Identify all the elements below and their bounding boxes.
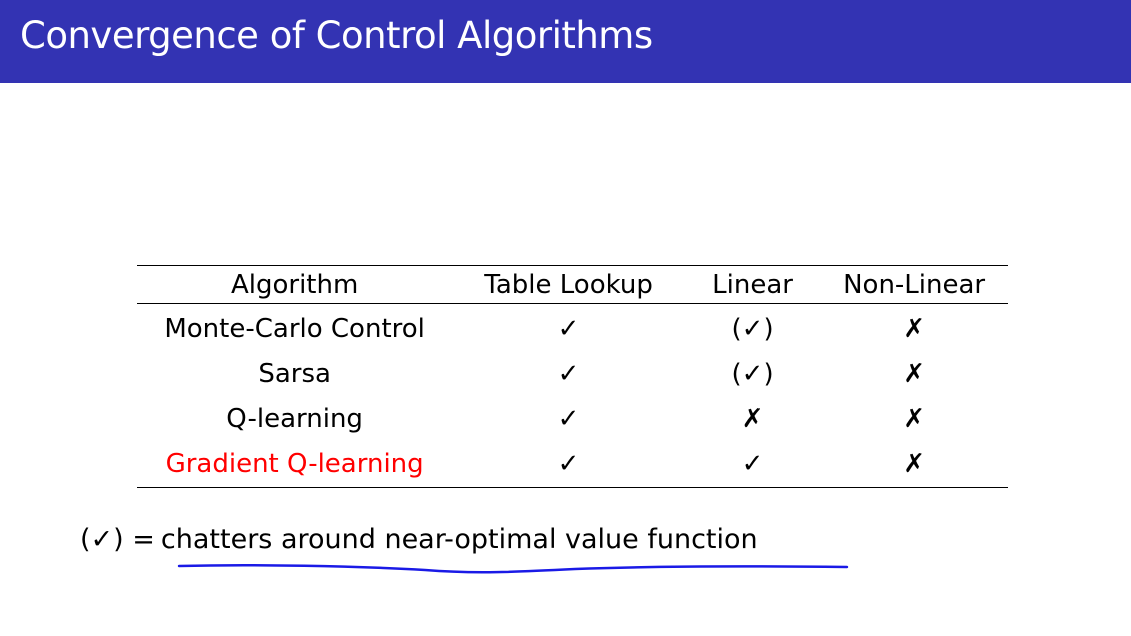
footnote-text: chatters around near-optimal value funct… (160, 524, 758, 555)
algorithm-name: Sarsa (258, 359, 331, 389)
header-linear: Linear (684, 265, 821, 304)
table-row: Q-learning ✓ ✗ ✗ (137, 397, 1008, 442)
algorithm-name: Q-learning (226, 404, 363, 434)
cross-icon: ✗ (820, 442, 1008, 488)
title-bar: Convergence of Control Algorithms (0, 0, 1131, 83)
algorithm-name-highlighted: Gradient Q-learning (137, 442, 453, 488)
convergence-table: Algorithm Table Lookup Linear Non-Linear… (137, 265, 1008, 488)
partial-check-icon: (✓) (731, 359, 774, 389)
partial-check-icon: (✓) (731, 314, 774, 344)
check-icon: ✓ (557, 314, 580, 344)
table-row: Sarsa ✓ (✓) ✗ (137, 352, 1008, 397)
cross-icon: ✗ (903, 359, 925, 389)
algorithm-name: Monte-Carlo Control (164, 314, 425, 344)
header-algorithm: Algorithm (137, 265, 453, 304)
footnote: (✓) = chatters around near-optimal value … (80, 524, 758, 555)
table-row: Gradient Q-learning ✓ ✓ ✗ (137, 442, 1008, 488)
cross-icon: ✗ (903, 314, 925, 344)
cross-icon: ✗ (741, 404, 764, 434)
check-icon: ✓ (684, 442, 821, 488)
table-row: Monte-Carlo Control ✓ (✓) ✗ (137, 304, 1008, 353)
table-header-row: Algorithm Table Lookup Linear Non-Linear (137, 265, 1008, 304)
footnote-symbol: (✓) = (80, 524, 155, 555)
header-non-linear: Non-Linear (820, 265, 1008, 304)
check-icon: ✓ (557, 359, 580, 389)
check-icon: ✓ (452, 442, 685, 488)
header-table-lookup: Table Lookup (452, 265, 685, 304)
handwritten-underline (177, 563, 849, 574)
underline-stroke (177, 563, 849, 574)
check-icon: ✓ (557, 404, 580, 434)
cross-icon: ✗ (903, 404, 925, 434)
slide-title: Convergence of Control Algorithms (20, 14, 653, 57)
